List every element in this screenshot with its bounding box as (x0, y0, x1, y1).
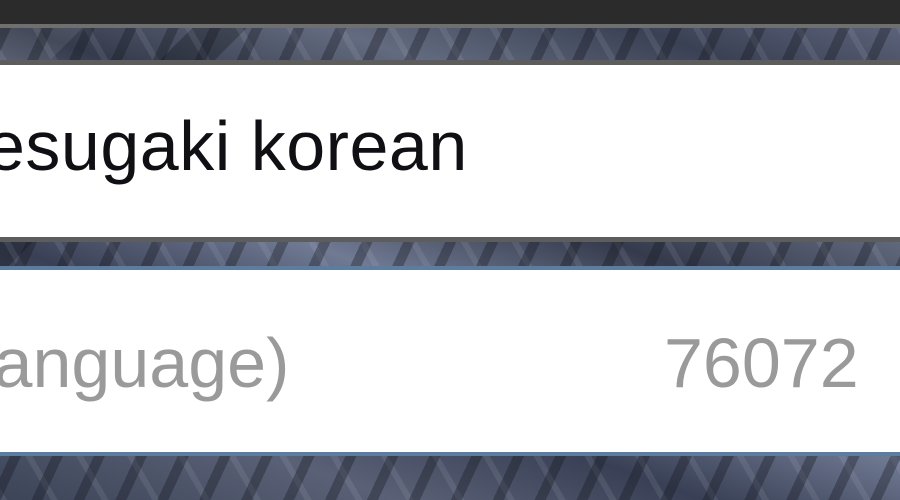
window-top-bar (0, 0, 900, 24)
search-query-text: esugaki korean (0, 107, 468, 185)
suggestion-item[interactable]: language) 76072 (0, 270, 900, 452)
suggestion-label: language) (0, 324, 290, 402)
autocomplete-dropdown: language) 76072 (0, 266, 900, 456)
suggestion-count: 76072 (664, 324, 859, 402)
search-input[interactable]: esugaki korean (0, 60, 900, 242)
